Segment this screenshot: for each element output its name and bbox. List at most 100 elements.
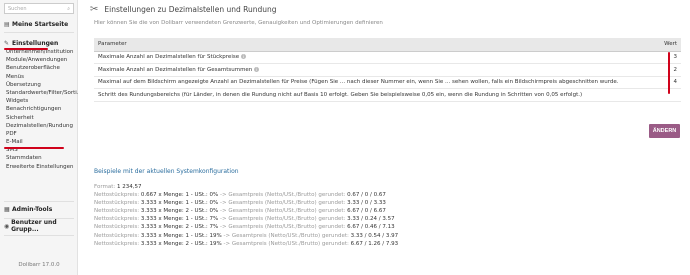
example-label: Nettostückpreis: [94, 208, 140, 215]
main-content: ✂ Einstellungen zu Dezimalstellen und Ru… [90, 0, 685, 275]
example-total-label: Gesamtpreis (Netto/USt./Brutto) gerundet… [228, 216, 346, 223]
examples-list: Format: 1 234,57 Nettostückpreis: 0.667 … [94, 183, 398, 248]
menu-home[interactable]: ▤ Meine Startseite [0, 19, 78, 29]
settings-items: Unternehmen/Institution Module/Anwendunge… [0, 48, 78, 171]
example-total: 0.67 / 0 / 0.67 [347, 192, 386, 199]
sidebar-item[interactable]: Erweiterte Einstellungen [0, 163, 78, 171]
users-icon: ◉ [4, 222, 10, 230]
column-header-parameter: Parameter [94, 38, 657, 52]
table-row: Maximal auf dem Bildschirm angezeigte An… [94, 76, 681, 89]
column-header-value: Wert [657, 38, 681, 52]
example-arrow: -> [223, 232, 231, 239]
divider [4, 32, 74, 33]
parameter-cell: Schritt des Rundungsbereichs (für Länder… [94, 88, 657, 102]
example-arrow: -> [223, 240, 231, 247]
example-arrow: -> [219, 224, 227, 231]
example-label: Nettostückpreis: [94, 192, 140, 199]
example-total-label: Gesamtpreis (Netto/USt./Brutto) gerundet… [231, 240, 349, 247]
table-header: Parameter Wert [94, 38, 681, 52]
parameters-table: Parameter Wert Maximale Anzahl an Dezima… [94, 38, 681, 102]
example-row: Nettostückpreis: 3.333 x Menge: 1 - USt.… [94, 232, 398, 240]
example-total: 3.33 / 0.54 / 3.97 [350, 232, 399, 239]
sidebar-item[interactable]: PDF [0, 130, 78, 138]
sidebar-item[interactable]: Stammdaten [0, 154, 78, 162]
page-description: Hier können Sie die von Dolibarr verwend… [94, 20, 383, 26]
example-quantity: 3.333 x Menge: 2 - USt.: 7% [140, 224, 219, 231]
example-total: 3.33 / 0 / 3.33 [347, 200, 386, 207]
tools-icon: ✂ [90, 4, 99, 15]
table-row: Maximale Anzahl an Dezimalstellen für Ge… [94, 63, 681, 77]
sidebar-item[interactable]: Module/Anwendungen [0, 56, 78, 64]
example-quantity: 3.333 x Menge: 1 - USt.: 0% [140, 200, 219, 207]
parameter-cell: Maximale Anzahl an Dezimalstellen für Ge… [94, 63, 657, 77]
example-total: 6.67 / 0 / 6.67 [347, 208, 386, 215]
example-quantity: 3.333 x Menge: 1 - USt.: 7% [140, 216, 219, 223]
home-title: Meine Startseite [12, 20, 69, 28]
info-icon[interactable]: i [241, 54, 247, 60]
example-quantity: 3.333 x Menge: 2 - USt.: 0% [140, 208, 219, 215]
example-row: Nettostückpreis: 3.333 x Menge: 2 - USt.… [94, 240, 398, 248]
sidebar-item[interactable]: Widgets [0, 97, 78, 105]
home-icon: ▤ [4, 20, 10, 28]
example-label: Nettostückpreis: [94, 200, 140, 207]
example-label: Nettostückpreis: [94, 216, 140, 223]
example-row: Nettostückpreis: 3.333 x Menge: 2 - USt.… [94, 223, 398, 231]
example-quantity: 3.333 x Menge: 1 - USt.: 19% [140, 232, 222, 239]
parameter-label: Maximal auf dem Bildschirm angezeigte An… [98, 79, 619, 86]
users-title: Benutzer und Grupp... [11, 219, 57, 233]
sidebar-item[interactable]: Sicherheit [0, 114, 78, 122]
example-total-label: Gesamtpreis (Netto/USt./Brutto) gerundet… [228, 224, 346, 231]
example-arrow: -> [219, 192, 227, 199]
sidebar-item[interactable]: Übersetzung [0, 81, 78, 89]
sidebar-item[interactable]: Benachrichtigungen [0, 105, 78, 113]
example-quantity: 0.667 x Menge: 1 - USt.: 0% [140, 192, 219, 199]
parameter-label: Maximale Anzahl an Dezimalstellen für Ge… [98, 66, 253, 73]
example-row: Nettostückpreis: 0.667 x Menge: 1 - USt.… [94, 191, 398, 199]
example-arrow: -> [219, 200, 227, 207]
example-label: Nettostückpreis: [94, 224, 140, 231]
search-input[interactable]: Suchen ⌕ [4, 3, 74, 14]
example-total: 6.67 / 0.46 / 7.13 [347, 224, 395, 231]
parameter-label: Maximale Anzahl an Dezimalstellen für St… [98, 54, 240, 61]
parameter-label: Schritt des Rundungsbereichs (für Länder… [98, 91, 583, 98]
example-total: 3.33 / 0.24 / 3.57 [347, 216, 395, 223]
settings-title: Einstellungen [12, 39, 59, 47]
example-quantity: 3.333 x Menge: 2 - USt.: 19% [140, 240, 222, 247]
example-row: Nettostückpreis: 3.333 x Menge: 2 - USt.… [94, 207, 398, 215]
wrench-icon: ✎ [4, 39, 10, 47]
example-total-label: Gesamtpreis (Netto/USt./Brutto) gerundet… [231, 232, 349, 239]
divider [4, 201, 74, 202]
save-button[interactable]: ÄNDERN [649, 124, 680, 138]
search-icon[interactable]: ⌕ [67, 6, 70, 12]
example-label: Nettostückpreis: [94, 232, 140, 239]
example-total: 6.67 / 1.26 / 7.93 [350, 240, 399, 247]
menu-admin-tools[interactable]: ▦ Admin-Tools [0, 204, 78, 214]
menu-users[interactable]: ◉ Benutzer und Grupp... [0, 219, 78, 233]
example-total-label: Gesamtpreis (Netto/USt./Brutto) gerundet… [228, 200, 346, 207]
annotation-bar [668, 52, 670, 94]
annotation-underline [4, 147, 64, 149]
annotation-underline [4, 48, 48, 50]
example-arrow: -> [219, 216, 227, 223]
settings-title-row[interactable]: ✎ Einstellungen [0, 38, 78, 48]
parameter-cell: Maximal auf dem Bildschirm angezeigte An… [94, 76, 657, 89]
sidebar-item[interactable]: Standardwerte/Filter/Sorti... [0, 89, 78, 97]
format-value: 1 234,57 [117, 184, 142, 190]
page-title-text: Einstellungen zu Dezimalstellen und Rund… [104, 5, 277, 14]
format-label: Format: [94, 184, 116, 190]
info-icon[interactable]: i [254, 66, 260, 72]
sidebar-item[interactable]: E-Mail [0, 138, 78, 146]
parameter-cell: Maximale Anzahl an Dezimalstellen für St… [94, 51, 657, 64]
example-arrow: -> [219, 208, 227, 215]
examples-title: Beispiele mit der aktuellen Systemkonfig… [94, 168, 239, 175]
table-row: Maximale Anzahl an Dezimalstellen für St… [94, 51, 681, 64]
menu-settings: ✎ Einstellungen Unternehmen/Institution Mo… [0, 38, 78, 171]
sidebar-item[interactable]: Dezimalstellen/Rundung [0, 122, 78, 130]
admin-tools-title: Admin-Tools [12, 205, 53, 213]
sidebar-item[interactable]: Menüs [0, 73, 78, 81]
sidebar: Suchen ⌕ ▤ Meine Startseite ✎ Einstellunge… [0, 0, 78, 275]
example-total-label: Gesamtpreis (Netto/USt./Brutto) gerundet… [228, 192, 346, 199]
example-total-label: Gesamtpreis (Netto/USt./Brutto) gerundet… [228, 208, 346, 215]
sidebar-item[interactable]: Benutzeroberfläche [0, 64, 78, 72]
search-placeholder: Suchen [8, 5, 27, 12]
